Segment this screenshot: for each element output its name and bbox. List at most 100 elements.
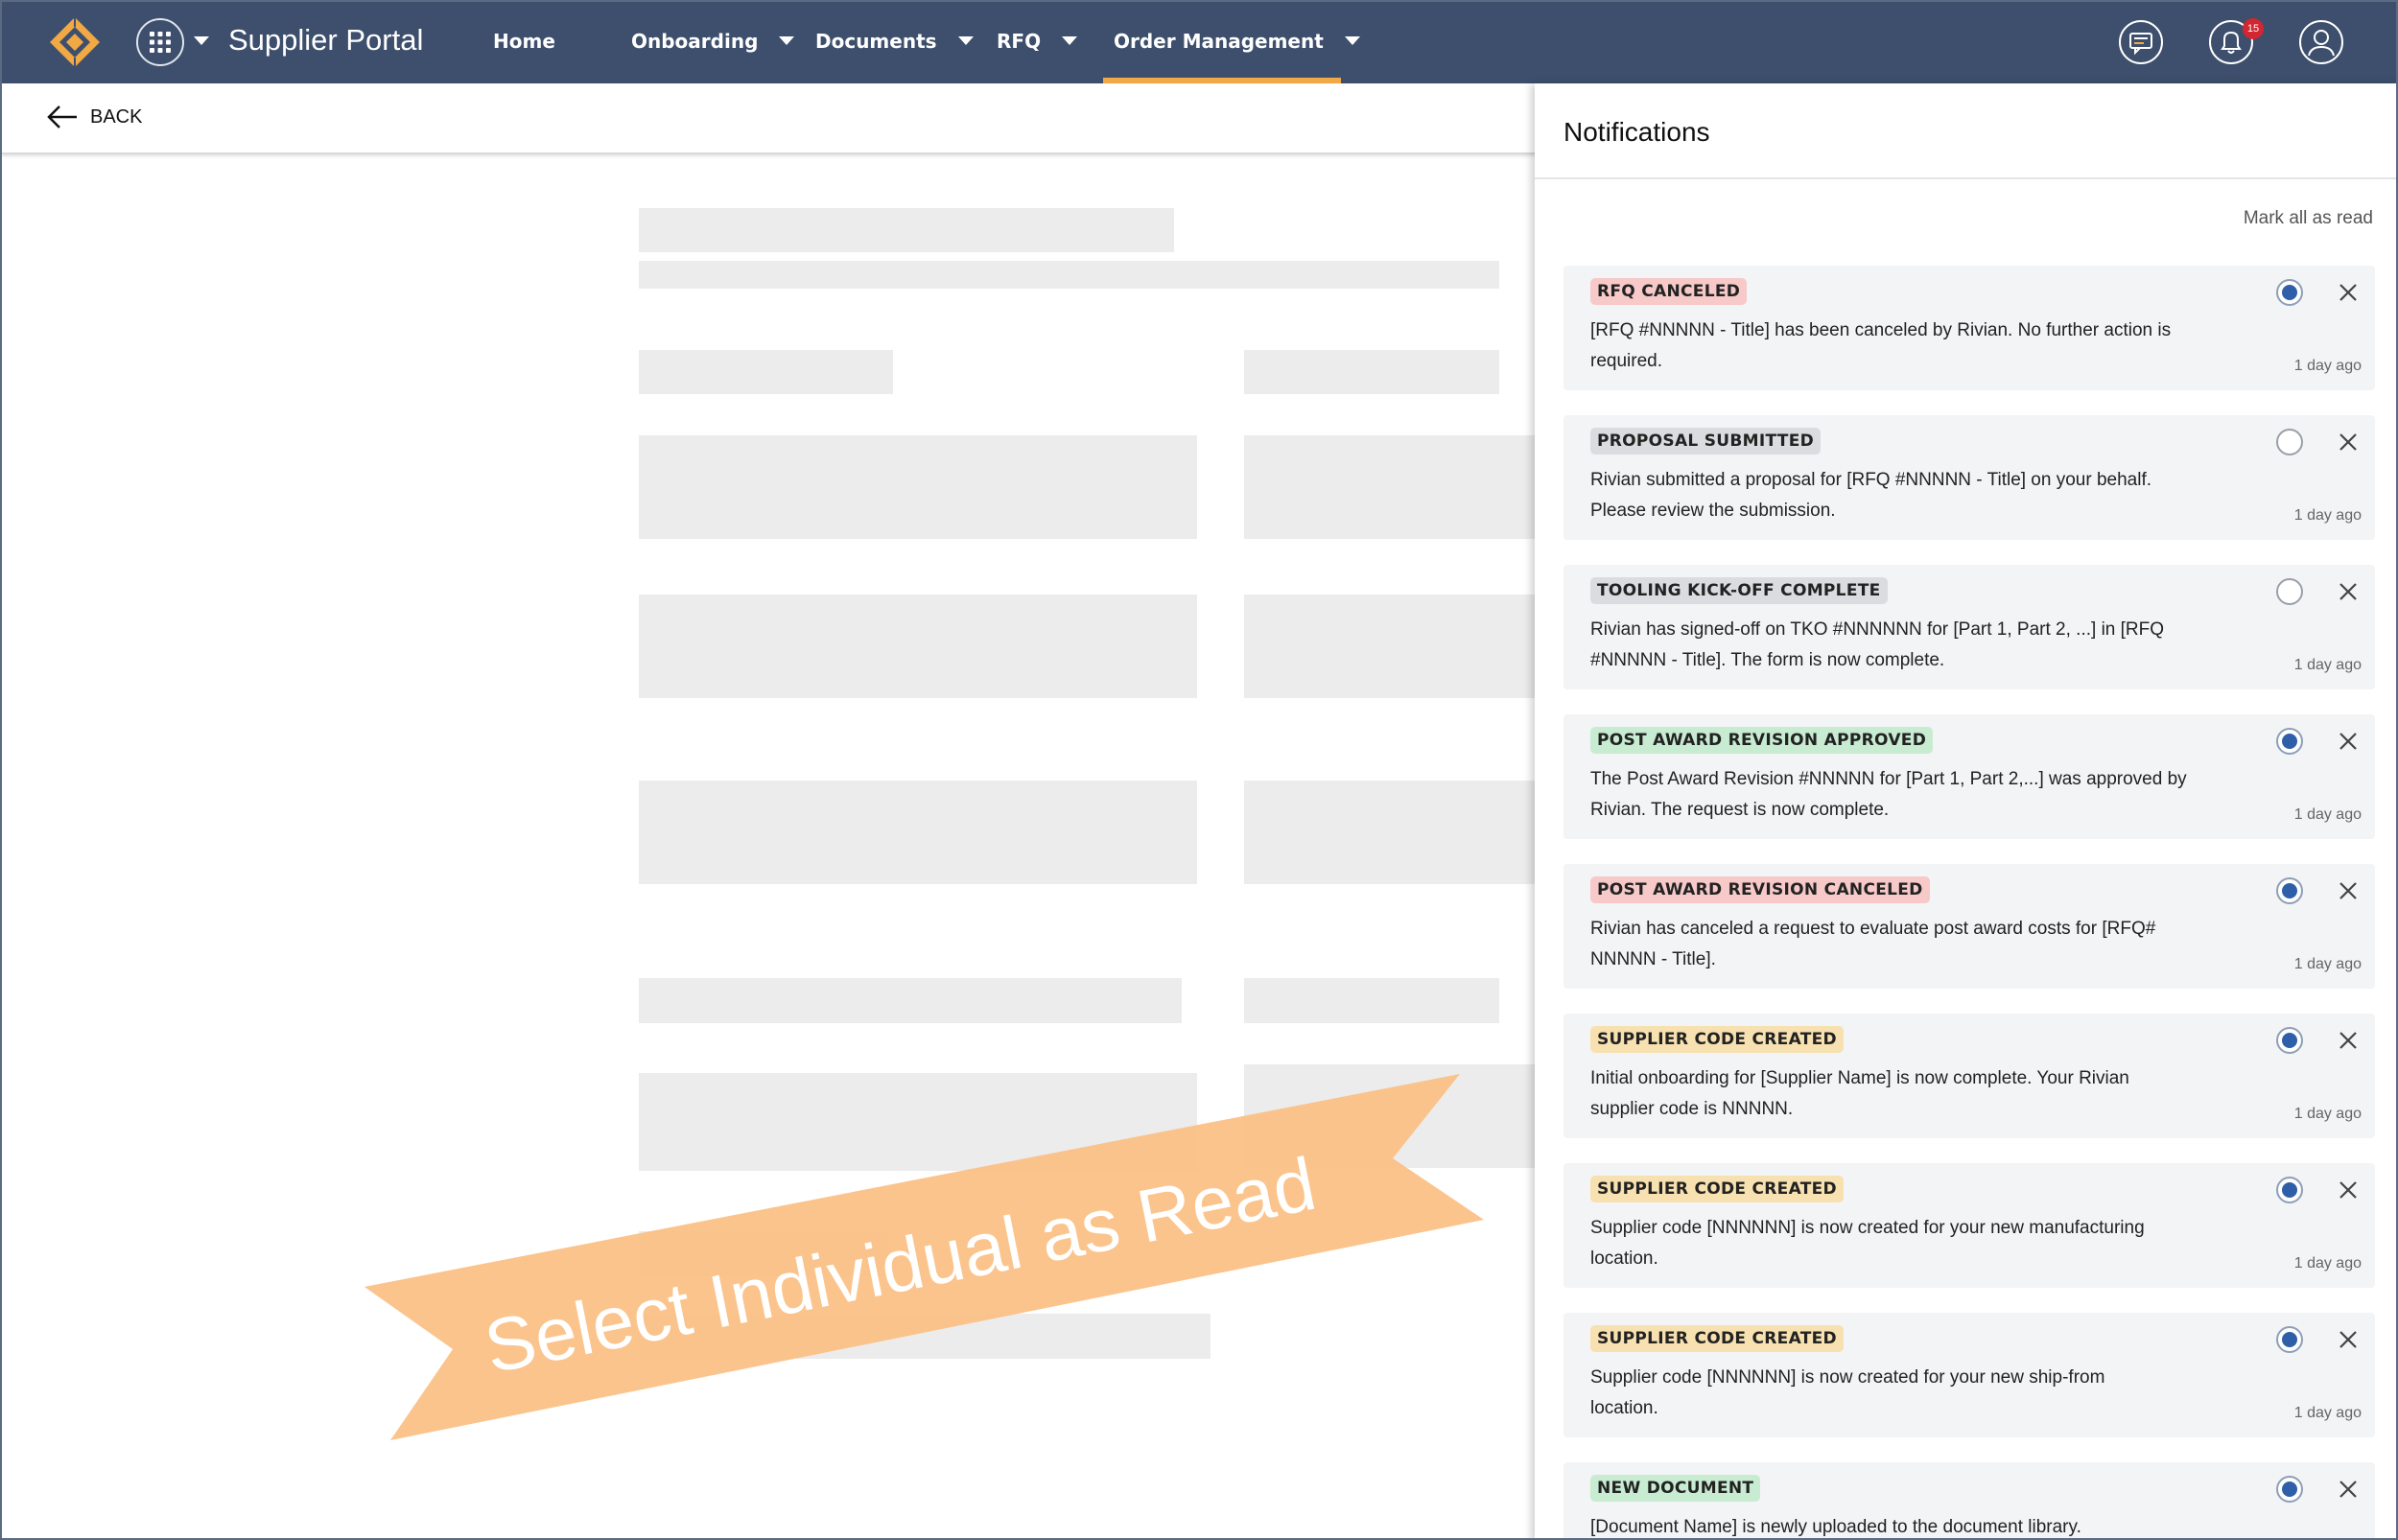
notification-tag: SUPPLIER CODE CREATED bbox=[1590, 1325, 1844, 1352]
close-icon[interactable] bbox=[2335, 728, 2362, 755]
notification-timestamp: 1 day ago bbox=[2293, 956, 2362, 972]
sub-header: BACK bbox=[2, 83, 1537, 154]
notification-tag: SUPPLIER CODE CREATED bbox=[1590, 1026, 1844, 1053]
notification-message-line: Supplier code [NNNNNN] is now created fo… bbox=[1590, 1218, 2145, 1238]
close-icon[interactable] bbox=[2335, 279, 2362, 306]
skeleton-block bbox=[1244, 595, 1537, 698]
mark-read-radio[interactable] bbox=[2276, 1177, 2303, 1203]
nav-onboarding-label: Onboarding bbox=[631, 30, 759, 53]
skeleton-block bbox=[639, 208, 1174, 252]
notification-card[interactable]: NEW DOCUMENT [Document Name] is newly upl… bbox=[1563, 1462, 2375, 1538]
skeleton-block bbox=[1244, 781, 1537, 884]
notification-card[interactable]: SUPPLIER CODE CREATED Initial onboarding … bbox=[1563, 1014, 2375, 1138]
nav-documents-label: Documents bbox=[815, 30, 937, 53]
notification-timestamp: 1 day ago bbox=[2293, 657, 2362, 673]
mark-read-radio[interactable] bbox=[2276, 1476, 2303, 1503]
notification-card[interactable]: RFQ CANCELED [RFQ #NNNNN - Title] has bee… bbox=[1563, 266, 2375, 390]
notification-card[interactable]: SUPPLIER CODE CREATED Supplier code [NNNN… bbox=[1563, 1313, 2375, 1437]
mark-read-radio[interactable] bbox=[2276, 1326, 2303, 1353]
close-icon[interactable] bbox=[2335, 1476, 2362, 1503]
nav-home-label: Home bbox=[493, 30, 555, 53]
notification-message: The Post Award Revision #NNNNN for [Part… bbox=[1590, 764, 2252, 826]
close-icon[interactable] bbox=[2335, 578, 2362, 605]
notification-message-line: required. bbox=[1590, 351, 1662, 371]
notification-message: Rivian has signed-off on TKO #NNNNNN for… bbox=[1590, 615, 2252, 676]
mark-read-radio[interactable] bbox=[2276, 1027, 2303, 1054]
top-nav-bar: Supplier Portal Home Onboarding Document… bbox=[2, 2, 2396, 83]
notification-timestamp: 1 day ago bbox=[2293, 1106, 2362, 1122]
skeleton-block bbox=[639, 261, 1499, 289]
close-icon[interactable] bbox=[2335, 429, 2362, 455]
close-icon[interactable] bbox=[2335, 1027, 2362, 1054]
rivian-logo-icon[interactable] bbox=[48, 15, 102, 69]
nav-home[interactable]: Home bbox=[493, 30, 555, 53]
notification-card[interactable]: PROPOSAL SUBMITTED Rivian submitted a pro… bbox=[1563, 415, 2375, 540]
notification-message-line: Rivian submitted a proposal for [RFQ #NN… bbox=[1590, 470, 2152, 490]
messages-icon[interactable] bbox=[2118, 19, 2164, 65]
notifications-title: Notifications bbox=[1563, 117, 1710, 147]
arrow-left-icon bbox=[47, 105, 77, 128]
annotation-ribbon: Select Individual as Read bbox=[364, 1074, 1484, 1440]
mark-read-radio[interactable] bbox=[2276, 728, 2303, 755]
notification-card[interactable]: TOOLING KICK-OFF COMPLETE Rivian has sign… bbox=[1563, 565, 2375, 689]
chevron-down-icon bbox=[957, 36, 974, 45]
grid-icon bbox=[150, 32, 171, 53]
notifications-panel: Notifications Mark all as read RFQ CANCE… bbox=[1535, 83, 2396, 1538]
nav-documents[interactable]: Documents bbox=[815, 30, 974, 53]
notification-message-line: Initial onboarding for [Supplier Name] i… bbox=[1590, 1068, 2129, 1088]
mark-read-radio[interactable] bbox=[2276, 279, 2303, 306]
page: Supplier Portal Home Onboarding Document… bbox=[0, 0, 2398, 1540]
notification-tag: NEW DOCUMENT bbox=[1590, 1475, 1761, 1502]
notification-message: Supplier code [NNNNNN] is now created fo… bbox=[1590, 1213, 2252, 1274]
nav-order-management[interactable]: Order Management bbox=[1114, 30, 1360, 53]
notification-card[interactable]: SUPPLIER CODE CREATED Supplier code [NNNN… bbox=[1563, 1163, 2375, 1288]
notification-message-line: Rivian has canceled a request to evaluat… bbox=[1590, 919, 2156, 939]
notification-count-badge: 15 bbox=[2243, 18, 2264, 39]
nav-rfq[interactable]: RFQ bbox=[997, 30, 1078, 53]
notification-message: Rivian has canceled a request to evaluat… bbox=[1590, 914, 2252, 975]
notification-card[interactable]: POST AWARD REVISION APPROVED The Post Awa… bbox=[1563, 714, 2375, 839]
close-icon[interactable] bbox=[2335, 877, 2362, 904]
notification-tag: TOOLING KICK-OFF COMPLETE bbox=[1590, 577, 1888, 604]
chevron-down-icon bbox=[779, 36, 795, 45]
notification-tag: POST AWARD REVISION APPROVED bbox=[1590, 727, 1934, 754]
close-icon[interactable] bbox=[2335, 1177, 2362, 1203]
notification-timestamp: 1 day ago bbox=[2293, 806, 2362, 823]
mark-all-read-link[interactable]: Mark all as read bbox=[2244, 208, 2373, 229]
skeleton-block bbox=[1244, 978, 1499, 1023]
notification-tag: PROPOSAL SUBMITTED bbox=[1590, 428, 1822, 455]
notification-card[interactable]: POST AWARD REVISION CANCELED Rivian has c… bbox=[1563, 864, 2375, 989]
notification-tag: SUPPLIER CODE CREATED bbox=[1590, 1176, 1844, 1202]
notification-message-line: The Post Award Revision #NNNNN for [Part… bbox=[1590, 769, 2187, 789]
back-button[interactable]: BACK bbox=[46, 105, 142, 129]
skeleton-block bbox=[639, 435, 1197, 539]
apps-caret-icon[interactable] bbox=[194, 36, 209, 45]
notification-message-line: Rivian has signed-off on TKO #NNNNNN for… bbox=[1590, 619, 2165, 640]
mark-read-radio[interactable] bbox=[2276, 578, 2303, 605]
notification-message: Initial onboarding for [Supplier Name] i… bbox=[1590, 1063, 2252, 1125]
notifications-header: Notifications bbox=[1535, 83, 2396, 179]
notification-message: [RFQ #NNNNN - Title] has been canceled b… bbox=[1590, 315, 2252, 377]
notification-tag: RFQ CANCELED bbox=[1590, 278, 1748, 305]
skeleton-block bbox=[639, 781, 1197, 884]
notification-message-line: [Document Name] is newly uploaded to the… bbox=[1590, 1517, 2081, 1537]
notification-timestamp: 1 day ago bbox=[2293, 1255, 2362, 1272]
notification-message-line: Please review the submission. bbox=[1590, 501, 1836, 521]
skeleton-block bbox=[639, 350, 893, 394]
notification-message-line: location. bbox=[1590, 1248, 1658, 1269]
apps-grid-button[interactable] bbox=[136, 18, 184, 66]
notification-message-line: #NNNNN - Title]. The form is now complet… bbox=[1590, 650, 1945, 670]
notification-timestamp: 1 day ago bbox=[2293, 507, 2362, 524]
close-icon[interactable] bbox=[2335, 1326, 2362, 1353]
notification-message-line: NNNNN - Title]. bbox=[1590, 949, 1716, 969]
notification-message: Rivian submitted a proposal for [RFQ #NN… bbox=[1590, 465, 2252, 526]
mark-read-radio[interactable] bbox=[2276, 877, 2303, 904]
mark-read-radio[interactable] bbox=[2276, 429, 2303, 455]
notification-message-line: location. bbox=[1590, 1398, 1658, 1418]
notification-message: Supplier code [NNNNNN] is now created fo… bbox=[1590, 1363, 2252, 1424]
notification-timestamp: 1 day ago bbox=[2293, 358, 2362, 374]
user-avatar-icon[interactable] bbox=[2298, 19, 2344, 65]
back-label: BACK bbox=[90, 105, 143, 128]
nav-onboarding[interactable]: Onboarding bbox=[631, 30, 795, 53]
chevron-down-icon bbox=[1344, 36, 1360, 45]
